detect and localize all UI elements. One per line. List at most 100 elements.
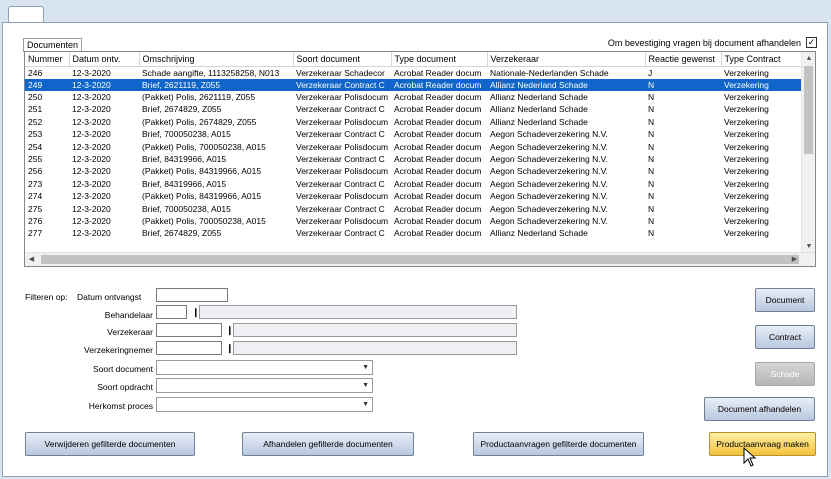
table-row[interactable]: 246 12-3-2020 Schade aangifte, 1113258258,… — [25, 66, 803, 79]
table-cell: Aegon Schadeverzekering N.V. — [490, 154, 608, 165]
column-header[interactable]: Reactie gewenst — [645, 52, 722, 67]
table-row[interactable]: 255 12-3-2020 Brief, 84319966, A015 Verzeke… — [25, 153, 803, 165]
table-cell: Verzekering — [724, 116, 769, 127]
table-cell: Verzekeraar Contract C — [296, 104, 385, 115]
table-cell: (Pakket) Polis, 2621119, Z055 — [142, 92, 256, 103]
table-cell: 12-3-2020 — [72, 104, 111, 115]
column-header[interactable]: Datum ontv. — [69, 52, 140, 67]
documents-grid: Nummer Datum ontv. Omschrijving Soort docum… — [24, 51, 816, 267]
table-cell: 12-3-2020 — [72, 141, 111, 152]
table-row[interactable]: 256 12-3-2020 (Pakket) Polis, 84319966, A0… — [25, 165, 803, 177]
scroll-left-icon[interactable]: ◀ — [25, 253, 38, 266]
table-cell: Acrobat Reader docum — [391, 78, 487, 91]
policyholder-code-field[interactable] — [156, 341, 222, 355]
tab-documents[interactable] — [8, 6, 44, 23]
chevron-down-icon: ▼ — [362, 382, 369, 389]
table-row[interactable]: 251 12-3-2020 Brief, 2674829, Z055 Verzeker… — [25, 103, 803, 115]
insurer-picker-icon[interactable]: ❙ — [226, 323, 234, 337]
table-cell: N — [648, 191, 655, 202]
table-cell: 255 — [28, 154, 43, 165]
table-cell: Aegon Schadeverzekering N.V. — [490, 141, 608, 152]
confirm-checkbox[interactable]: ✓ — [806, 37, 817, 48]
mouse-cursor-icon — [743, 447, 757, 467]
table-cell: Allianz Nederland Schade — [490, 116, 588, 127]
table-cell: 12-3-2020 — [72, 116, 111, 127]
table-cell: N — [648, 129, 655, 140]
handler-name-field — [199, 305, 517, 319]
horizontal-scroll-thumb[interactable] — [41, 255, 799, 264]
table-cell: J — [648, 67, 653, 78]
doc-type-select[interactable]: ▼ — [156, 360, 373, 375]
table-cell: (Pakket) Polis, 84319966, A015 — [142, 191, 262, 202]
table-cell: Allianz Nederland Schade — [490, 104, 588, 115]
table-cell: Acrobat Reader docum — [394, 92, 482, 103]
document-button[interactable]: Document — [755, 288, 815, 312]
table-cell: Acrobat Reader docum — [394, 116, 482, 127]
table-cell: 252 — [28, 116, 43, 127]
policyholder-picker-icon[interactable]: ❙ — [226, 341, 234, 355]
make-product-request-button[interactable]: Productaanvraag maken — [709, 432, 816, 456]
column-header[interactable]: Soort document — [293, 52, 392, 67]
table-cell: Brief, 700050238, A015 — [142, 129, 231, 140]
table-cell: Schade aangifte, 1113258258, N013 — [142, 67, 280, 78]
table-row[interactable]: 277 12-3-2020 Brief, 2674829, Z055 Verzeker… — [25, 227, 803, 239]
handler-code-field[interactable] — [156, 305, 187, 319]
table-cell: 12-3-2020 — [69, 78, 139, 91]
table-cell: 249 — [25, 78, 69, 91]
table-cell: Aegon Schadeverzekering N.V. — [490, 166, 608, 177]
table-cell: Acrobat Reader docum — [394, 166, 482, 177]
handler-label: Behandelaar — [104, 310, 153, 320]
table-cell: 12-3-2020 — [72, 166, 111, 177]
table-cell: Verzekering — [724, 154, 769, 165]
table-row[interactable]: 274 12-3-2020 (Pakket) Polis, 84319966, A0… — [25, 190, 803, 202]
table-cell: (Pakket) Polis, 84319966, A015 — [142, 166, 262, 177]
product-requests-filtered-button[interactable]: Productaanvragen gefilterde documenten — [473, 432, 644, 456]
contract-button[interactable]: Contract — [755, 325, 815, 349]
handle-document-button[interactable]: Document afhandelen — [704, 397, 815, 421]
tab-strip — [0, 0, 831, 23]
table-cell: Verzekering — [724, 228, 769, 239]
table-cell: Verzekeraar Polisdocum — [296, 141, 389, 152]
table-cell: Aegon Schadeverzekering N.V. — [490, 203, 608, 214]
column-header[interactable]: Type document — [391, 52, 488, 67]
table-cell: Allianz Nederland Schade — [490, 228, 588, 239]
schade-button[interactable]: Schade — [755, 362, 815, 386]
handle-filtered-button[interactable]: Afhandelen gefilterde documenten — [242, 432, 414, 456]
table-row[interactable]: 273 12-3-2020 Brief, 84319966, A015 Verzeke… — [25, 178, 803, 190]
table-cell: Verzekeraar Contract C — [296, 178, 385, 189]
table-row[interactable]: 276 12-3-2020 (Pakket) Polis, 700050238, A… — [25, 215, 803, 227]
table-cell: Nationale-Nederlanden Schade — [490, 67, 609, 78]
column-header[interactable]: Nummer — [25, 52, 70, 67]
table-cell: Brief, 84319966, A015 — [142, 154, 227, 165]
table-row[interactable]: 249 12-3-2020 Brief, 2621119, Z055 Verzeker… — [25, 78, 803, 91]
insurer-code-field[interactable] — [156, 323, 222, 337]
table-cell: Verzekeraar Schadecor — [296, 67, 385, 78]
documents-group-label: Documenten — [23, 38, 83, 52]
table-cell: Allianz Nederland Schade — [487, 78, 645, 91]
table-row[interactable]: 275 12-3-2020 Brief, 700050238, A015 Verzek… — [25, 202, 803, 214]
scroll-up-icon[interactable]: ▲ — [802, 52, 815, 65]
table-row[interactable]: 253 12-3-2020 Brief, 700050238, A015 Verzek… — [25, 128, 803, 140]
table-cell: Verzekering — [724, 104, 769, 115]
order-type-select[interactable]: ▼ — [156, 378, 373, 393]
table-row[interactable]: 250 12-3-2020 (Pakket) Polis, 2621119, Z05… — [25, 91, 803, 103]
vertical-scroll-thumb[interactable] — [804, 66, 813, 154]
origin-select[interactable]: ▼ — [156, 397, 373, 412]
table-row[interactable]: 254 12-3-2020 (Pakket) Polis, 700050238, A… — [25, 140, 803, 152]
horizontal-scrollbar[interactable]: ◀ ▶ — [25, 252, 815, 266]
column-header[interactable]: Verzekeraar — [487, 52, 646, 67]
column-header[interactable]: Type Contract — [721, 52, 804, 67]
delete-filtered-button[interactable]: Verwijderen gefilterde documenten — [25, 432, 195, 456]
table-cell: N — [648, 104, 655, 115]
handler-picker-icon[interactable]: ❙ — [192, 305, 200, 319]
date-received-field[interactable] — [156, 288, 228, 302]
table-cell: 12-3-2020 — [72, 92, 111, 103]
table-cell: Verzekering — [724, 92, 769, 103]
scroll-right-icon[interactable]: ▶ — [788, 253, 801, 266]
table-cell: Acrobat Reader docum — [394, 129, 482, 140]
table-cell: Verzekering — [724, 166, 769, 177]
vertical-scrollbar[interactable]: ▲ ▼ — [801, 52, 815, 253]
column-header[interactable]: Omschrijving — [139, 52, 294, 67]
table-cell: Verzekeraar Polisdocum — [296, 191, 389, 202]
table-row[interactable]: 252 12-3-2020 (Pakket) Polis, 2674829, Z05… — [25, 116, 803, 128]
